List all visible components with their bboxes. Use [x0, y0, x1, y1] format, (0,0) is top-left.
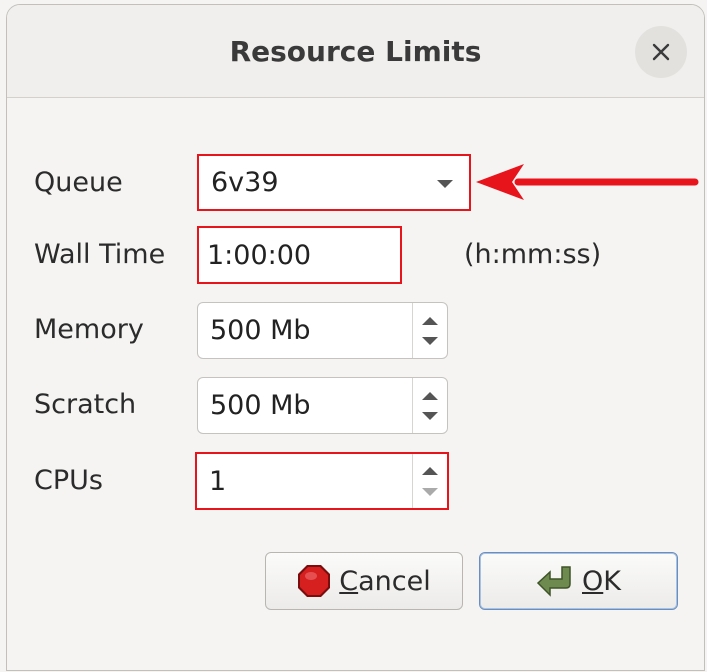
memory-value: 500 Mb	[210, 315, 311, 346]
cancel-button[interactable]: Cancel	[265, 552, 463, 610]
close-icon	[652, 43, 670, 61]
title-bar: Resource Limits	[7, 5, 704, 98]
chevron-down-icon	[437, 180, 453, 188]
scratch-spinner[interactable]: 500 Mb	[197, 377, 448, 434]
resource-limits-dialog: Resource Limits Queue 6v39 Wall Time 1:0…	[6, 4, 705, 671]
spin-down-icon	[422, 412, 438, 420]
queue-label: Queue	[34, 167, 123, 198]
memory-stepper[interactable]	[412, 303, 447, 358]
stop-icon	[298, 565, 331, 597]
cpus-spinner[interactable]: 1	[195, 452, 449, 510]
spin-down-icon	[422, 337, 438, 345]
ok-button[interactable]: OK	[479, 552, 678, 610]
memory-spinner[interactable]: 500 Mb	[197, 302, 448, 359]
queue-value: 6v39	[211, 167, 279, 198]
cpus-value: 1	[209, 466, 227, 497]
cancel-label: Cancel	[339, 565, 431, 597]
dialog-title: Resource Limits	[229, 35, 482, 68]
queue-dropdown[interactable]: 6v39	[197, 154, 471, 211]
memory-label: Memory	[34, 314, 144, 345]
cpus-label: CPUs	[34, 465, 103, 496]
wall-time-value: 1:00:00	[207, 240, 312, 271]
scratch-stepper[interactable]	[412, 378, 447, 433]
spin-up-icon	[422, 317, 438, 325]
red-arrow-icon	[476, 164, 699, 200]
wall-time-label: Wall Time	[34, 239, 166, 270]
wall-time-unit: (h:mm:ss)	[464, 239, 602, 270]
wall-time-input[interactable]: 1:00:00	[197, 226, 402, 284]
scratch-value: 500 Mb	[210, 390, 311, 421]
close-button[interactable]	[635, 26, 687, 78]
scratch-label: Scratch	[34, 389, 137, 420]
spin-up-icon	[422, 392, 438, 400]
green-return-arrow-icon	[536, 566, 571, 597]
spin-up-icon	[422, 467, 438, 475]
spin-down-icon	[422, 488, 438, 496]
ok-label: OK	[582, 565, 621, 597]
cpus-stepper[interactable]	[412, 454, 447, 508]
